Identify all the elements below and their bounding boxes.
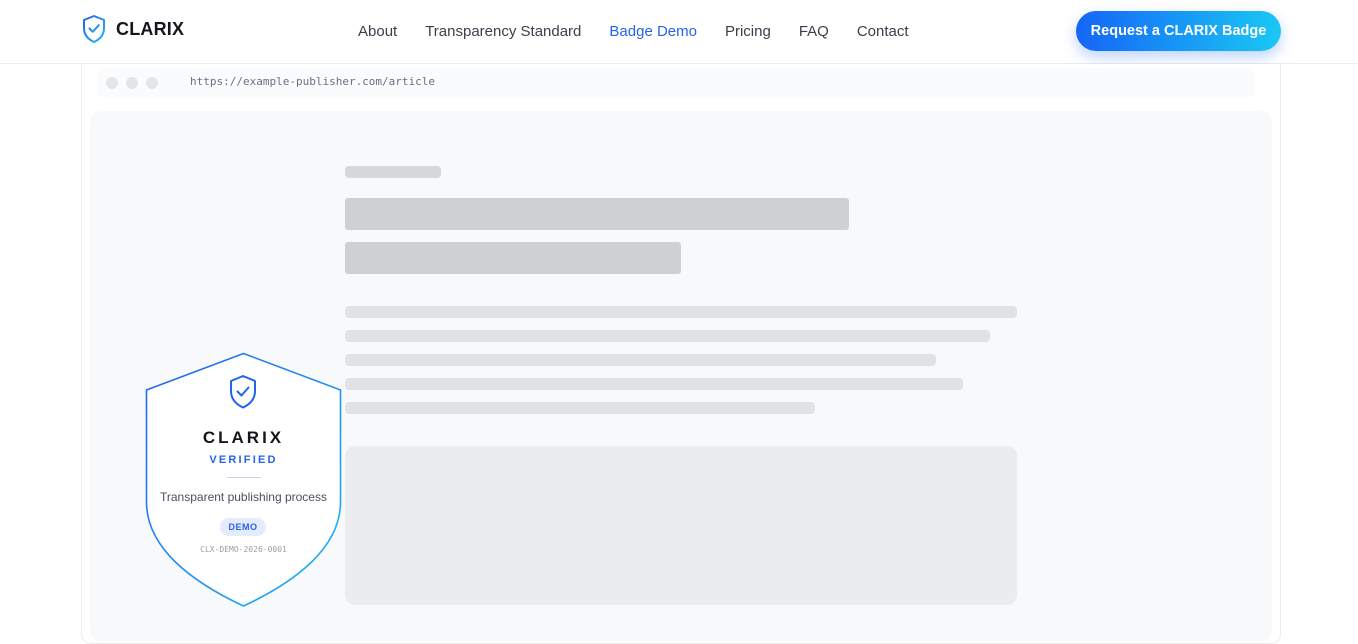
window-dot-minimize bbox=[126, 77, 138, 89]
badge-id: CLX-DEMO-2026-0001 bbox=[200, 545, 287, 554]
badge-brand-name: CLARIX bbox=[202, 428, 285, 447]
nav-transparency-standard[interactable]: Transparency Standard bbox=[425, 23, 581, 40]
nav-about[interactable]: About bbox=[358, 23, 397, 40]
skeleton-title-line bbox=[345, 198, 849, 230]
main-nav: About Transparency Standard Badge Demo P… bbox=[358, 0, 909, 62]
nav-badge-demo[interactable]: Badge Demo bbox=[609, 23, 697, 40]
skeleton-text-line bbox=[345, 330, 990, 342]
window-dot-maximize bbox=[146, 77, 158, 89]
badge-verified-label: VERIFIED bbox=[209, 454, 278, 466]
skeleton-text-line bbox=[345, 306, 1017, 318]
skeleton-text-line bbox=[345, 354, 936, 366]
window-dot-close bbox=[106, 77, 118, 89]
request-badge-button[interactable]: Request a CLARIX Badge bbox=[1076, 11, 1281, 51]
skeleton-text-line bbox=[345, 378, 963, 390]
shield-check-icon bbox=[83, 15, 105, 43]
skeleton-media-block bbox=[345, 446, 1017, 605]
badge-tagline: Transparent publishing process bbox=[160, 490, 327, 504]
address-url: https://example-publisher.com/article bbox=[190, 75, 436, 88]
skeleton-kicker bbox=[345, 166, 441, 178]
badge-demo-pill: DEMO bbox=[220, 518, 266, 536]
skeleton-text-line bbox=[345, 402, 815, 414]
shield-check-icon bbox=[230, 375, 256, 409]
nav-pricing[interactable]: Pricing bbox=[725, 23, 771, 40]
skeleton-title-line bbox=[345, 242, 681, 274]
brand-logo[interactable]: CLARIX bbox=[82, 14, 184, 44]
site-header: CLARIX About Transparency Standard Badge… bbox=[0, 0, 1358, 64]
brand-name: CLARIX bbox=[116, 18, 185, 39]
nav-faq[interactable]: FAQ bbox=[799, 23, 829, 40]
badge-divider bbox=[227, 477, 261, 478]
nav-contact[interactable]: Contact bbox=[857, 23, 909, 40]
clarix-verified-badge[interactable]: CLARIX VERIFIED Transparent publishing p… bbox=[145, 352, 342, 608]
